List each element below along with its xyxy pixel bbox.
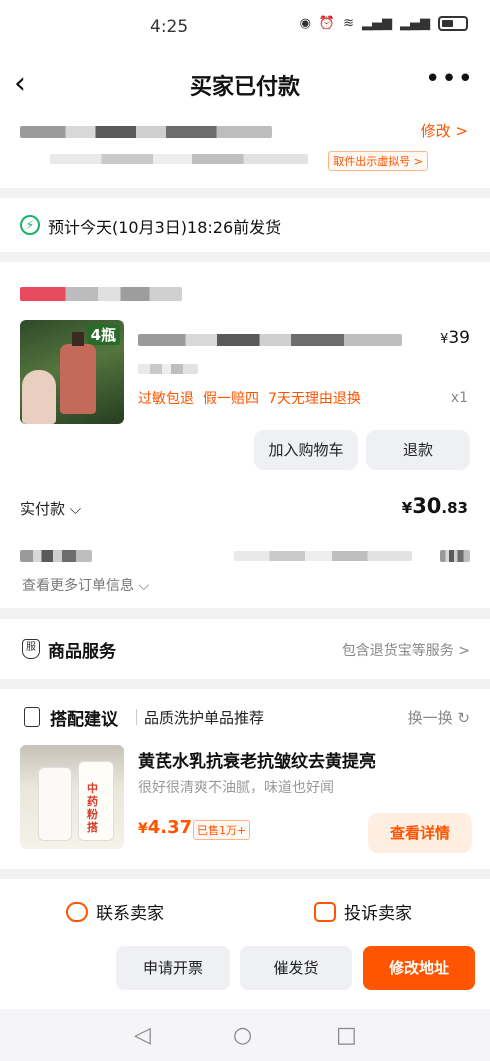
copy-redacted[interactable] [440,550,470,562]
urge-shipping-button[interactable]: 催发货 [240,946,352,990]
service-tag: 假一赔四 [203,391,259,407]
status-bar: 4:25 ◉ ⏰ ≋ ▂▄▆ ▂▄▆ [0,0,490,52]
bottom-action-bar: 申请开票 催发货 修改地址 [0,941,490,1009]
paid-label[interactable]: 实付款 ⌵ [20,498,81,519]
change-address-button[interactable]: 修改地址 [363,946,475,990]
order-number-redacted [20,550,92,562]
order-value-redacted [234,551,412,561]
contact-seller-label: 联系卖家 [96,904,164,924]
recommendation-section: 搭配建议 品质洗护单品推荐 换一换 ↻ 中药粉搭 黄芪水乳抗衰老抗皱纹去黄提亮 … [0,689,490,869]
battery-icon [438,16,468,31]
edit-address-link[interactable]: 修改 > [421,120,468,141]
recommend-price: ¥4.37 [138,817,193,838]
signal-icon: ▂▄▆ [362,16,392,31]
swap-button[interactable]: 换一换 ↻ [408,707,470,728]
product-image[interactable]: 4瓶 [20,320,124,424]
recommend-subtitle: 品质洗护单品推荐 [144,709,265,727]
product-service-row[interactable]: 服 商品服务 包含退货宝等服务 > [0,619,490,679]
complaint-icon [314,901,336,922]
more-order-info-link[interactable]: 查看更多订单信息 ⌵ [22,575,149,595]
status-icons: ◉ ⏰ ≋ ▂▄▆ ▂▄▆ [300,16,468,31]
bottle-graphic [60,332,96,414]
nav-recent-icon[interactable]: □ [336,1023,357,1048]
alarm-icon: ⏰ [318,16,336,31]
recipient-redacted [20,126,272,138]
complain-seller-label: 投诉卖家 [344,904,412,924]
nav-home-icon[interactable]: ○ [233,1023,252,1048]
service-tags: 过敏包退 假一赔四 7天无理由退换 [138,388,361,408]
lightning-icon: ⚡ [20,215,40,235]
quantity: x1 [450,390,468,406]
address-redacted [50,154,308,164]
service-tag: 7天无理由退换 [268,391,361,407]
page-header: ‹ 买家已付款 ••• [0,52,490,116]
apply-invoice-button[interactable]: 申请开票 [116,946,230,990]
view-details-button[interactable]: 查看详情 [368,813,472,853]
paid-amount: ¥30.83 [401,494,468,518]
order-detail-page: 4:25 ◉ ⏰ ≋ ▂▄▆ ▂▄▆ ‹ 买家已付款 ••• 修改 > 取件出示… [0,0,490,1061]
shipping-notice-text: 预计今天(10月3日)18:26前发货 [48,218,282,237]
signal-2-icon: ▂▄▆ [400,16,430,31]
product-price: ¥39 [440,328,470,348]
product-title-redacted[interactable] [138,334,402,346]
page-title: 买家已付款 [189,75,300,100]
system-nav-bar: ◁ ○ □ [0,1009,490,1061]
bottle-label: 中药粉搭 [87,782,98,834]
recommend-label: 搭配建议 [50,710,118,730]
address-section[interactable]: 修改 > 取件出示虚拟号 > [0,116,490,188]
chat-face-icon [66,901,88,922]
refund-button[interactable]: 退款 [366,430,470,470]
add-to-cart-button[interactable]: 加入购物车 [254,430,358,470]
product-sku-redacted [138,364,198,374]
nav-back-icon[interactable]: ◁ [134,1023,151,1048]
recommend-product-desc: 很好很清爽不油腻，味道也好闻 [138,780,334,796]
service-tag: 过敏包退 [138,391,194,407]
status-time: 4:25 [150,17,189,37]
divider [136,709,137,725]
model-graphic [22,370,56,424]
more-icon[interactable]: ••• [425,64,474,94]
contact-row: 联系卖家 投诉卖家 [0,879,490,941]
contact-seller-button[interactable]: 联系卖家 [66,899,164,924]
shipping-notice: ⚡ 预计今天(10月3日)18:26前发货 [0,198,490,252]
virtual-number-tag[interactable]: 取件出示虚拟号 > [328,151,428,171]
sold-count-badge: 已售1万+ [193,820,251,840]
shield-icon: 服 [22,639,40,659]
complain-seller-button[interactable]: 投诉卖家 [314,899,412,924]
service-detail[interactable]: 包含退货宝等服务 > [342,640,470,660]
recommend-product-title[interactable]: 黄芪水乳抗衰老抗皱纹去黄提亮 [138,747,376,772]
bag-icon [24,707,40,727]
bottle-graphic: 中药粉搭 [78,761,114,841]
bottle-graphic [38,767,72,841]
service-label: 商品服务 [48,642,116,662]
eye-icon: ◉ [299,16,311,31]
order-card: 4瓶 ¥39 过敏包退 假一赔四 7天无理由退换 x1 加入购物车 退款 实付款… [0,262,490,608]
wifi-icon: ≋ [343,16,354,31]
shop-name-redacted[interactable] [20,287,182,301]
product-badge: 4瓶 [86,324,120,345]
recommend-product-image[interactable]: 中药粉搭 [20,745,124,849]
